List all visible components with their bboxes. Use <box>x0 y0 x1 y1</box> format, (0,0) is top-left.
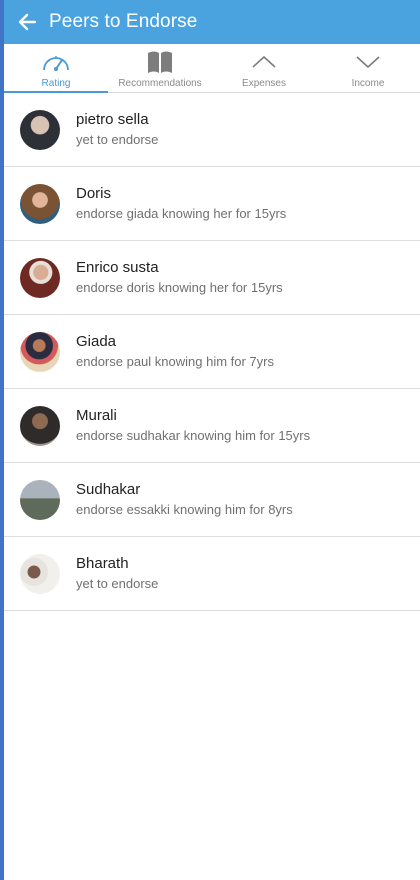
tab-bar: Rating Recommendations Expenses Income <box>4 44 420 93</box>
peer-row[interactable]: Murali endorse sudhakar knowing him for … <box>4 389 420 463</box>
tab-expenses-label: Expenses <box>242 78 286 89</box>
peer-status: endorse essakki knowing him for 8yrs <box>76 502 293 517</box>
avatar <box>20 405 60 446</box>
peer-row[interactable]: Sudhakar endorse essakki knowing him for… <box>4 463 420 537</box>
peer-list: pietro sella yet to endorse Doris endors… <box>4 93 420 611</box>
peer-status: endorse doris knowing her for 15yrs <box>76 280 283 295</box>
tab-income[interactable]: Income <box>316 44 420 92</box>
peer-row[interactable]: Doris endorse giada knowing her for 15yr… <box>4 167 420 241</box>
app-header: Peers to Endorse <box>4 0 420 44</box>
peer-row[interactable]: pietro sella yet to endorse <box>4 93 420 167</box>
peer-name: Bharath <box>76 555 129 572</box>
avatar <box>20 183 60 224</box>
peer-status: yet to endorse <box>76 132 159 147</box>
peer-name: Murali <box>76 407 117 424</box>
peer-name: Sudhakar <box>76 481 141 498</box>
peer-name: Enrico susta <box>76 259 159 276</box>
book-icon <box>148 51 172 73</box>
tab-recommendations[interactable]: Recommendations <box>108 44 212 92</box>
tab-recommendations-label: Recommendations <box>118 78 202 89</box>
tab-expenses[interactable]: Expenses <box>212 44 316 92</box>
tab-rating-label: Rating <box>41 78 71 89</box>
peer-row[interactable]: Giada endorse paul knowing him for 7yrs <box>4 315 420 389</box>
tab-rating[interactable]: Rating <box>4 44 108 93</box>
peer-status: endorse giada knowing her for 15yrs <box>76 206 287 221</box>
peer-name: pietro sella <box>76 111 149 128</box>
back-button[interactable] <box>9 0 45 44</box>
avatar <box>20 109 60 150</box>
peer-row[interactable]: Bharath yet to endorse <box>4 537 420 611</box>
peer-status: yet to endorse <box>76 576 159 591</box>
chevron-down-icon <box>356 56 380 69</box>
page-title: Peers to Endorse <box>49 11 198 32</box>
arrow-left-icon <box>18 13 37 31</box>
avatar <box>20 331 60 372</box>
peer-name: Doris <box>76 185 112 202</box>
peer-row[interactable]: Enrico susta endorse doris knowing her f… <box>4 241 420 315</box>
avatar <box>20 553 60 594</box>
peer-status: endorse paul knowing him for 7yrs <box>76 354 274 369</box>
chevron-up-icon <box>252 55 276 68</box>
peer-name: Giada <box>76 333 117 350</box>
avatar <box>20 479 60 520</box>
avatar <box>20 257 60 298</box>
speedometer-icon <box>43 56 69 71</box>
tab-income-label: Income <box>351 78 385 89</box>
peer-status: endorse sudhakar knowing him for 15yrs <box>76 428 311 443</box>
